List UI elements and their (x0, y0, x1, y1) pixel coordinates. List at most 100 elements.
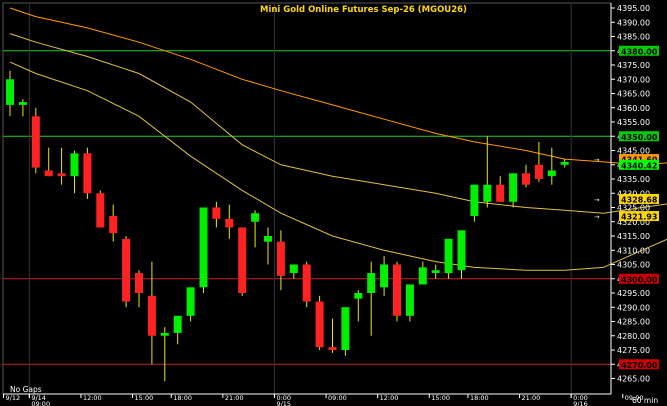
ma-tag-2: 4321.93 (619, 211, 659, 222)
y-tick-label: 4305.00 (617, 261, 650, 270)
candle-body (431, 270, 440, 274)
candle-body (83, 153, 92, 194)
y-tick-label: 4275.00 (617, 346, 650, 355)
candle-body (418, 267, 427, 285)
candle-body (18, 102, 27, 105)
candle-body (212, 207, 221, 219)
y-tick-label: 4370.00 (617, 75, 650, 84)
candle-body (70, 153, 79, 177)
candle-body (341, 307, 350, 350)
candle-body (483, 184, 492, 202)
plot-background (2, 2, 612, 395)
x-tick-label: 9/16 (573, 400, 588, 406)
candle-body (315, 301, 324, 348)
candle-body (276, 241, 285, 276)
price-tag-text: 4350.00 (621, 133, 658, 142)
candle-body (354, 293, 363, 299)
y-tick-label: 4315.00 (617, 232, 650, 241)
candle-body (264, 236, 272, 242)
candle-body (470, 184, 479, 217)
candle-2 (31, 107, 40, 174)
level-tag-0: 4380.00 (619, 45, 659, 56)
x-tick-label: 18:00 (173, 394, 192, 402)
timeframe-label: 60 min (632, 396, 658, 405)
candle-7 (96, 190, 105, 228)
candle-body (160, 332, 169, 336)
ma-arrow-2: → (594, 213, 600, 221)
candle-body (302, 264, 311, 302)
candle-body (496, 184, 505, 202)
candle-body (289, 264, 298, 274)
y-tick-label: 4395.00 (617, 4, 650, 13)
y-tick-label: 4265.00 (617, 375, 650, 384)
level-tag-3: 4270.00 (619, 359, 659, 370)
candle-body (522, 173, 530, 185)
candle-body (122, 238, 131, 302)
y-tick-label: 4360.00 (617, 104, 650, 113)
x-tick-label: 12:00 (380, 394, 399, 402)
price-tag-text: 4328.68 (621, 195, 658, 204)
price-tag-text: 4321.93 (621, 213, 657, 222)
ma-tag-1: 4328.68 (619, 193, 659, 204)
candle-body (6, 79, 14, 105)
y-tick-label: 4375.00 (617, 61, 650, 70)
x-tick-label: 18:00 (470, 394, 489, 402)
candle-body (328, 347, 337, 350)
x-tick-label: 9/12 (6, 394, 21, 402)
y-tick-label: 4280.00 (617, 332, 650, 341)
candle-body (238, 227, 247, 293)
y-tick-label: 4290.00 (617, 303, 650, 312)
candle-18 (238, 227, 247, 296)
candle-6 (83, 147, 92, 199)
price-tag-text: 4380.00 (621, 47, 658, 56)
candle-body (251, 213, 260, 222)
candle-24 (315, 295, 324, 350)
candle-body (509, 173, 518, 202)
candle-body (534, 164, 543, 179)
candlestick-chart: 4265.00 4270.00 4275.00 4280.00 4285.00 4290.… (2, 2, 667, 406)
candle-body (225, 218, 234, 228)
chart-title: Mini Gold Online Futures Sep-26 (MGOU26) (260, 5, 467, 15)
y-tick-label: 4285.00 (617, 318, 650, 327)
chart-frame: 4265.00 4270.00 4275.00 4280.00 4285.00 4290.… (0, 0, 667, 406)
y-tick-label: 4365.00 (617, 90, 650, 99)
x-tick-label: 9/15 (276, 400, 291, 406)
candle-body (31, 116, 40, 168)
y-tick-label: 4390.00 (617, 18, 650, 27)
x-tick-label: 09:00 (328, 394, 347, 402)
candle-body (560, 161, 569, 165)
y-tick-label: 4355.00 (617, 118, 650, 127)
candle-9 (122, 236, 131, 308)
candle-body (457, 230, 466, 271)
level-tag-1: 4350.00 (619, 131, 659, 142)
candle-body (135, 273, 143, 293)
candle-body (147, 295, 156, 336)
candle-body (96, 193, 105, 228)
y-tick-label: 4335.00 (617, 175, 650, 184)
price-tag-text: 4270.00 (621, 361, 658, 370)
candle-body (367, 273, 376, 293)
candle-body (380, 264, 389, 288)
y-tick-label: 4310.00 (617, 246, 650, 255)
candle-34 (444, 238, 453, 279)
ma-arrow-1: → (594, 196, 600, 204)
candle-body (199, 207, 208, 288)
candle-body (444, 238, 453, 274)
x-tick-label: 15:00 (431, 394, 450, 402)
candle-body (547, 170, 556, 177)
candle-body (44, 170, 53, 177)
ma-arrow-0: → (594, 156, 600, 164)
candle-26 (341, 307, 350, 356)
x-tick-label: 21:00 (522, 394, 541, 402)
candle-body (393, 264, 401, 316)
level-tag-2: 4300.00 (619, 273, 659, 284)
x-tick-label: 21:00 (225, 394, 244, 402)
candle-23 (302, 261, 311, 308)
candle-body (405, 284, 414, 316)
y-tick-label: 4385.00 (617, 33, 650, 42)
candle-15 (199, 207, 208, 293)
last-price-tag-0: 4340.42 (619, 159, 659, 170)
x-tick-label: 09:00 (31, 400, 50, 406)
y-tick-label: 4295.00 (617, 289, 650, 298)
candle-body (173, 315, 182, 333)
